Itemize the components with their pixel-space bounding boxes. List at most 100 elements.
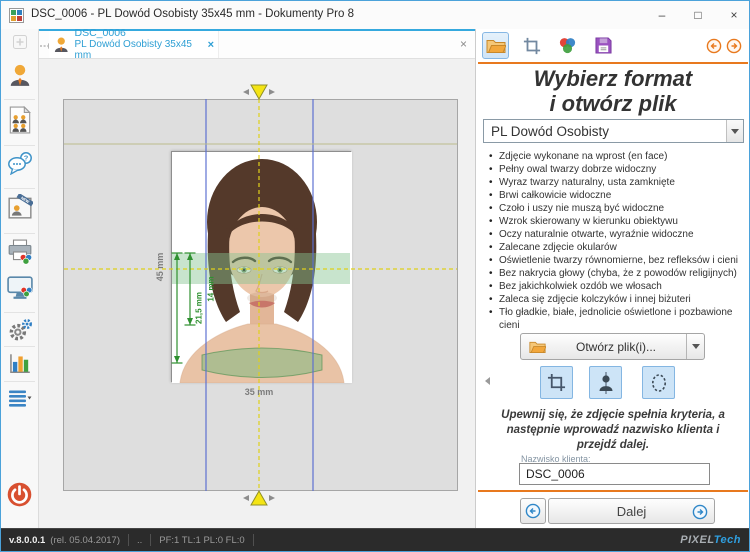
criteria-item: Oświetlenie twarzy równomierne, bez refl…	[486, 254, 747, 267]
bottom-crop-handle[interactable]	[243, 491, 275, 505]
status-dots: ..	[137, 535, 142, 546]
photo-height-label: 45 mm	[155, 253, 165, 282]
photo-width-label: 35 mm	[245, 387, 274, 397]
sidebar-print[interactable]	[1, 239, 38, 265]
titlebar: DSC_0006 - PL Dowód Osobisty 35x45 mm - …	[1, 1, 749, 29]
criteria-item: Wyraz twarzy naturalny, usta zamknięte	[486, 176, 747, 189]
open-folder-icon	[529, 340, 546, 354]
monitor-color-icon	[7, 275, 33, 301]
power-icon	[6, 481, 33, 508]
open-file-label: Otwórz plik(i)...	[546, 340, 686, 354]
criteria-item: Zaleca się zdjęcie kolczyków i innej biż…	[486, 293, 747, 306]
gears-icon	[7, 318, 33, 342]
tab-bar: DSC_0006 PL Dowód Osobisty 35x45 mm × ×	[39, 29, 475, 59]
divider	[478, 490, 748, 492]
sidebar-statistics[interactable]	[1, 352, 38, 374]
format-select-arrow[interactable]	[726, 120, 743, 142]
sheet-of-photos-icon	[8, 106, 32, 134]
collapse-tools-arrow-icon[interactable]	[485, 377, 490, 385]
app-icon	[9, 8, 24, 23]
chin-zone-overlay	[172, 152, 352, 383]
window-title: DSC_0006 - PL Dowód Osobisty 35x45 mm - …	[31, 8, 354, 20]
user-icon	[8, 63, 32, 87]
save-icon	[595, 37, 612, 54]
release-date: (rel. 05.04.2017)	[50, 535, 120, 546]
next-button[interactable]: Dalej	[548, 498, 715, 524]
eye-chin-dimension-label: 21,5 mm	[195, 292, 204, 324]
client-name-input[interactable]	[519, 463, 710, 485]
history-forward-icon[interactable]	[726, 38, 742, 54]
maximize-button[interactable]: □	[691, 8, 705, 22]
eye-dimension-label: 14 mm	[207, 276, 216, 301]
status-counters: PF:1 TL:1 PL:0 FL:0	[159, 535, 244, 546]
tool-crop-button[interactable]	[540, 366, 573, 399]
criteria-item: Bez jakichkolwiek ozdób we włosach	[486, 280, 747, 293]
open-file-button[interactable]: Otwórz plik(i)...	[520, 333, 705, 360]
criteria-list: Zdjęcie wykonane na wprost (en face) Peł…	[486, 150, 747, 332]
sidebar-menu[interactable]	[1, 388, 38, 408]
dotted-ellipse-icon	[649, 372, 669, 394]
close-button[interactable]: ×	[727, 8, 741, 22]
next-arrow-icon	[692, 504, 708, 520]
divider	[478, 62, 748, 64]
criteria-item: Zalecane zdjęcie okularów	[486, 241, 747, 254]
crop-icon	[523, 37, 541, 55]
tool-portrait-button[interactable]	[589, 366, 622, 399]
criteria-item: Bez nakrycia głowy (chyba, że z powodów …	[486, 267, 747, 280]
tab-title: DSC_0006	[75, 28, 208, 39]
printer-color-icon	[7, 239, 33, 265]
criteria-item: Wzrok skierowany w kierunku obiektywu	[486, 215, 747, 228]
tool-face-oval-button[interactable]	[642, 366, 675, 399]
minimize-button[interactable]: –	[655, 8, 669, 22]
tab-close-icon[interactable]: ×	[208, 39, 214, 51]
sidebar: ? NEW	[1, 29, 39, 528]
back-arrow-icon	[525, 503, 541, 519]
photo-preview[interactable]	[171, 151, 351, 382]
editor-canvas: 45 mm 21,5 mm 14 mm 35 mm	[39, 59, 475, 528]
step-colors-button[interactable]	[554, 32, 581, 59]
criteria-item: Zdjęcie wykonane na wprost (en face)	[486, 150, 747, 163]
step-crop-button[interactable]	[518, 32, 545, 59]
status-bar: v.8.0.0.1 (rel. 05.04.2017) .. PF:1 TL:1…	[1, 528, 749, 551]
sidebar-help[interactable]: ?	[1, 151, 38, 175]
open-folder-icon	[486, 38, 506, 54]
format-select-value: PL Dowód Osobisty	[484, 124, 726, 139]
tab-person-icon	[53, 36, 70, 53]
tab-dsc-0006[interactable]: DSC_0006 PL Dowód Osobisty 35x45 mm ×	[49, 31, 219, 58]
back-button[interactable]	[520, 498, 546, 524]
portrait-guide-icon	[596, 372, 616, 394]
menu-icon	[8, 388, 32, 408]
step-save-button[interactable]	[590, 32, 617, 59]
tabbar-close-icon[interactable]: ×	[460, 37, 467, 51]
sidebar-settings[interactable]	[1, 318, 38, 342]
sidebar-print-sheet[interactable]	[1, 106, 38, 134]
new-photo-icon: NEW	[7, 194, 33, 220]
add-tab-icon	[13, 35, 27, 49]
criteria-item: Czoło i uszy nie muszą być widoczne	[486, 202, 747, 215]
wizard-panel: Wybierz format i otwórz plik PL Dowód Os…	[475, 29, 750, 528]
next-button-label: Dalej	[617, 504, 647, 519]
criteria-item: Pełny owal twarzy dobrze widoczny	[486, 163, 747, 176]
bar-chart-icon	[8, 352, 32, 374]
tab-subtitle: PL Dowód Osobisty 35x45 mm	[75, 39, 208, 61]
color-wheel-icon	[558, 36, 577, 55]
criteria-item: Oczy naturalnie otwarte, wyraźnie widocz…	[486, 228, 747, 241]
sidebar-add-tab[interactable]	[1, 35, 38, 49]
sidebar-new-features[interactable]: NEW	[1, 194, 38, 220]
criteria-item: Brwi całkowicie widoczne	[486, 189, 747, 202]
sidebar-client[interactable]	[1, 63, 38, 87]
sidebar-power[interactable]	[1, 481, 38, 508]
sidebar-display[interactable]	[1, 275, 38, 301]
instruction-text: Upewnij się, że zdjęcie spełnia kryteria…	[489, 408, 737, 453]
version-text: v.8.0.0.1	[9, 535, 45, 546]
step-open-file-button[interactable]	[482, 32, 509, 59]
top-crop-handle[interactable]	[243, 85, 275, 99]
open-file-dropdown-arrow[interactable]	[686, 334, 704, 359]
help-chat-icon: ?	[7, 151, 33, 175]
panel-heading: Wybierz format i otwórz plik	[476, 66, 750, 116]
criteria-item: Tło gładkie, białe, jednolicie oświetlon…	[486, 306, 747, 332]
crop-icon	[547, 373, 566, 392]
history-back-icon[interactable]	[706, 38, 722, 54]
app-window: DSC_0006 - PL Dowód Osobisty 35x45 mm - …	[0, 0, 750, 552]
format-select[interactable]: PL Dowód Osobisty	[483, 119, 744, 143]
